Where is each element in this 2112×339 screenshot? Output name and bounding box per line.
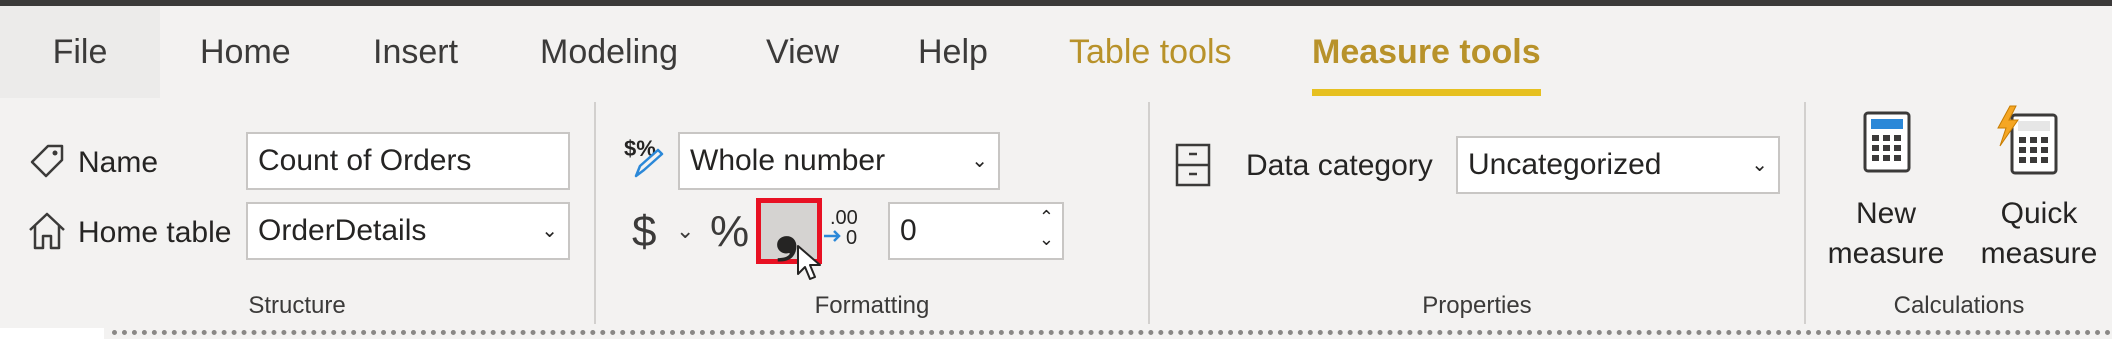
calculator-icon	[1862, 110, 1912, 179]
chevron-down-icon: ⌄	[541, 220, 558, 242]
percent-icon[interactable]: %	[710, 210, 749, 254]
ribbon: Name Count of Orders Home table OrderDet…	[0, 98, 2112, 328]
tab-home[interactable]: Home	[200, 6, 291, 98]
new-measure-label-1: New	[1855, 197, 1916, 230]
properties-group: Data category Uncategorized ⌄ Properties	[1150, 98, 1804, 326]
format-select[interactable]: Whole number ⌄	[678, 132, 1000, 190]
decimal-places-value: 0	[900, 214, 917, 247]
decimal-top-text: .00	[830, 207, 858, 229]
tag-icon	[28, 140, 68, 185]
tab-modeling[interactable]: Modeling	[540, 6, 678, 98]
tab-table-tools[interactable]: Table tools	[1069, 6, 1232, 98]
chevron-down-icon: ⌄	[1751, 154, 1768, 176]
comma-icon: ❟	[775, 195, 799, 262]
tab-file[interactable]: File	[0, 6, 160, 98]
formatting-group: $% Whole number ⌄ $ ⌄ % ❟ .00 0 0 ⌃ ⌄ Fo…	[596, 98, 1148, 326]
tab-help[interactable]: Help	[918, 6, 988, 98]
chevron-down-icon[interactable]: ⌄	[676, 220, 694, 242]
quick-measure-label-2: measure	[1980, 237, 2098, 270]
tab-measure-tools[interactable]: Measure tools	[1312, 6, 1541, 98]
canvas-border	[112, 330, 2112, 335]
calculations-group-label: Calculations	[1893, 292, 2025, 319]
quick-calculator-icon	[1992, 104, 2062, 181]
home-icon	[26, 210, 68, 257]
new-measure-label-2: measure	[1827, 237, 1945, 270]
data-category-value: Uncategorized	[1468, 148, 1662, 181]
structure-group: Name Count of Orders Home table OrderDet…	[0, 98, 594, 326]
quick-measure-label-1: Quick	[2000, 197, 2078, 230]
data-category-select[interactable]: Uncategorized ⌄	[1456, 136, 1780, 194]
home-table-label: Home table	[78, 216, 232, 249]
quick-measure-button[interactable]: Quick measure	[1966, 98, 2112, 286]
calculations-group: New measure Quick measure Calculations	[1806, 98, 2112, 326]
properties-group-label: Properties	[1422, 292, 1532, 319]
name-input[interactable]: Count of Orders	[246, 132, 570, 190]
ribbon-tabs: File Home Insert Modeling View Help Tabl…	[0, 6, 2112, 98]
spin-up-icon[interactable]: ⌃	[1039, 208, 1054, 226]
home-table-select[interactable]: OrderDetails ⌄	[246, 202, 570, 260]
tab-insert[interactable]: Insert	[373, 6, 458, 98]
structure-group-label: Structure	[248, 292, 346, 319]
data-category-label: Data category	[1246, 149, 1433, 182]
cursor-icon	[796, 244, 824, 289]
chevron-down-icon: ⌄	[971, 150, 988, 172]
currency-icon[interactable]: $	[632, 210, 656, 254]
new-measure-button[interactable]: New measure	[1806, 98, 1966, 286]
name-value: Count of Orders	[258, 144, 472, 177]
decimal-icon[interactable]: .00 0	[822, 204, 868, 265]
decimal-bottom-text: 0	[846, 227, 857, 249]
data-category-icon	[1174, 142, 1212, 193]
format-value: Whole number	[690, 144, 886, 177]
format-pen-icon: $%	[624, 136, 670, 187]
tab-view[interactable]: View	[766, 6, 839, 98]
name-label: Name	[78, 146, 159, 179]
decimal-places-input[interactable]: 0 ⌃ ⌄	[888, 202, 1064, 260]
left-panel-edge	[0, 328, 104, 339]
formatting-group-label: Formatting	[814, 292, 930, 319]
spin-down-icon[interactable]: ⌄	[1039, 230, 1054, 248]
home-table-value: OrderDetails	[258, 214, 427, 247]
